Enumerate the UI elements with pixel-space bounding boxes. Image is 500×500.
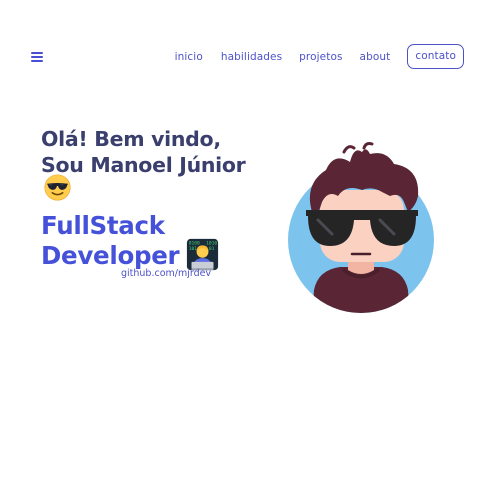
- hamburger-menu-icon[interactable]: [31, 52, 44, 62]
- hero-greeting: Olá! Bem vindo, Sou Manoel Júnior: [41, 126, 246, 178]
- role-line-1: FullStack: [41, 211, 165, 240]
- github-link[interactable]: github.com/mjrdev: [121, 268, 211, 279]
- nav-item-habilidades[interactable]: habilidades: [221, 51, 282, 63]
- role-line-2: Developer: [41, 241, 180, 270]
- nav-item-inicio[interactable]: inicio: [175, 51, 203, 63]
- smiling-face-with-sunglasses-icon: [44, 174, 71, 201]
- nav-item-projetos[interactable]: projetos: [299, 51, 342, 63]
- avatar-illustration: [288, 142, 434, 313]
- svg-text:101: 101: [189, 246, 198, 252]
- top-nav: inicio habilidades projetos about contat…: [175, 44, 464, 69]
- svg-text:01: 01: [209, 246, 215, 252]
- page: inicio habilidades projetos about contat…: [0, 0, 500, 500]
- avatar-shirt: [312, 267, 410, 313]
- greeting-line-1: Olá! Bem vindo,: [41, 127, 221, 151]
- greeting-line-2: Sou Manoel Júnior: [41, 153, 246, 177]
- svg-text:0100: 0100: [189, 240, 200, 246]
- contact-button[interactable]: contato: [407, 44, 464, 69]
- nav-item-about[interactable]: about: [360, 51, 391, 63]
- technologist-icon: 0100 1010 101 01: [186, 238, 219, 271]
- svg-text:1010: 1010: [206, 240, 217, 246]
- hero-role: FullStack Developer: [41, 211, 180, 271]
